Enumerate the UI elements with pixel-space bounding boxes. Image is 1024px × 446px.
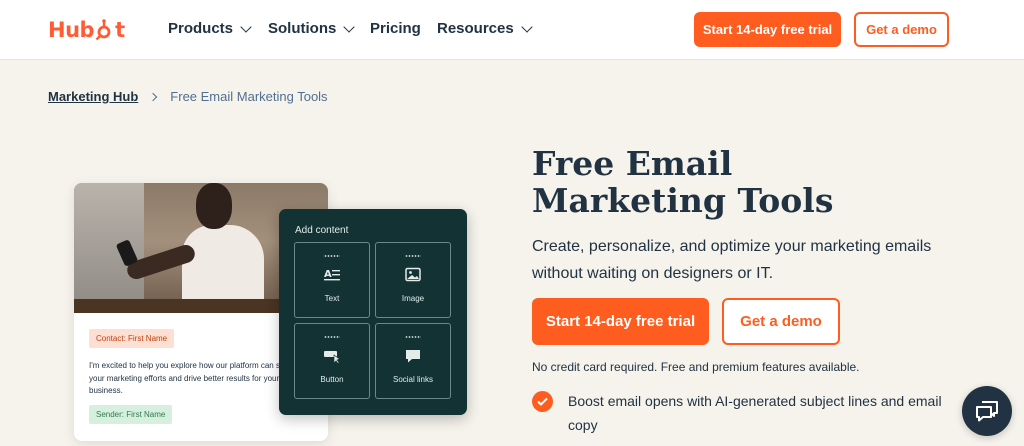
add-content-panel: Add content A Text Image Button Social l… bbox=[279, 209, 467, 415]
social-links-block-tile: Social links bbox=[375, 323, 451, 399]
text-block-tile: A Text bbox=[294, 242, 370, 318]
hero-get-demo-button[interactable]: Get a demo bbox=[722, 298, 840, 345]
breadcrumb-current-page: Free Email Marketing Tools bbox=[170, 89, 328, 104]
chevron-down-icon bbox=[521, 20, 533, 33]
chat-widget-button[interactable] bbox=[962, 386, 1012, 436]
no-credit-card-note: No credit card required. Free and premiu… bbox=[532, 360, 860, 374]
image-icon bbox=[405, 267, 421, 282]
checkmark-icon bbox=[532, 391, 553, 412]
sender-personalization-tag: Sender: First Name bbox=[89, 405, 173, 424]
feature-text: Boost email opens with AI-generated subj… bbox=[568, 393, 942, 433]
hero-description: Create, personalize, and optimize your m… bbox=[532, 238, 932, 282]
button-block-tile: Button bbox=[294, 323, 370, 399]
chevron-right-icon bbox=[149, 92, 158, 101]
feature-list-item: Boost email opens with AI-generated subj… bbox=[532, 389, 952, 437]
breadcrumb: Marketing Hub Free Email Marketing Tools bbox=[48, 89, 328, 104]
text-icon: A bbox=[324, 269, 340, 281]
nav-pricing[interactable]: Pricing bbox=[370, 20, 421, 37]
sprocket-icon bbox=[95, 19, 111, 41]
chevron-down-icon bbox=[240, 20, 252, 33]
page-title: Free Email Marketing Tools bbox=[532, 144, 834, 220]
nav-resources[interactable]: Resources bbox=[437, 20, 533, 37]
contact-personalization-tag: Contact: First Name bbox=[89, 329, 175, 348]
svg-text:A: A bbox=[324, 269, 332, 280]
hubspot-logo[interactable]: Hub t bbox=[48, 17, 125, 43]
chevron-down-icon bbox=[343, 20, 355, 33]
button-icon bbox=[324, 351, 341, 364]
nav-free-trial-button[interactable]: Start 14-day free trial bbox=[694, 12, 841, 47]
hero-free-trial-button[interactable]: Start 14-day free trial bbox=[532, 298, 709, 345]
chat-bubble-icon bbox=[406, 350, 420, 363]
top-navigation: Hub t Products Solutions Pricing Resourc… bbox=[0, 0, 1024, 60]
nav-get-demo-button[interactable]: Get a demo bbox=[854, 12, 949, 47]
image-block-tile: Image bbox=[375, 242, 451, 318]
nav-solutions[interactable]: Solutions bbox=[268, 20, 355, 37]
chat-icon bbox=[976, 401, 998, 422]
breadcrumb-marketing-hub-link[interactable]: Marketing Hub bbox=[48, 89, 138, 104]
panel-title: Add content bbox=[295, 225, 349, 236]
nav-products[interactable]: Products bbox=[168, 20, 252, 37]
